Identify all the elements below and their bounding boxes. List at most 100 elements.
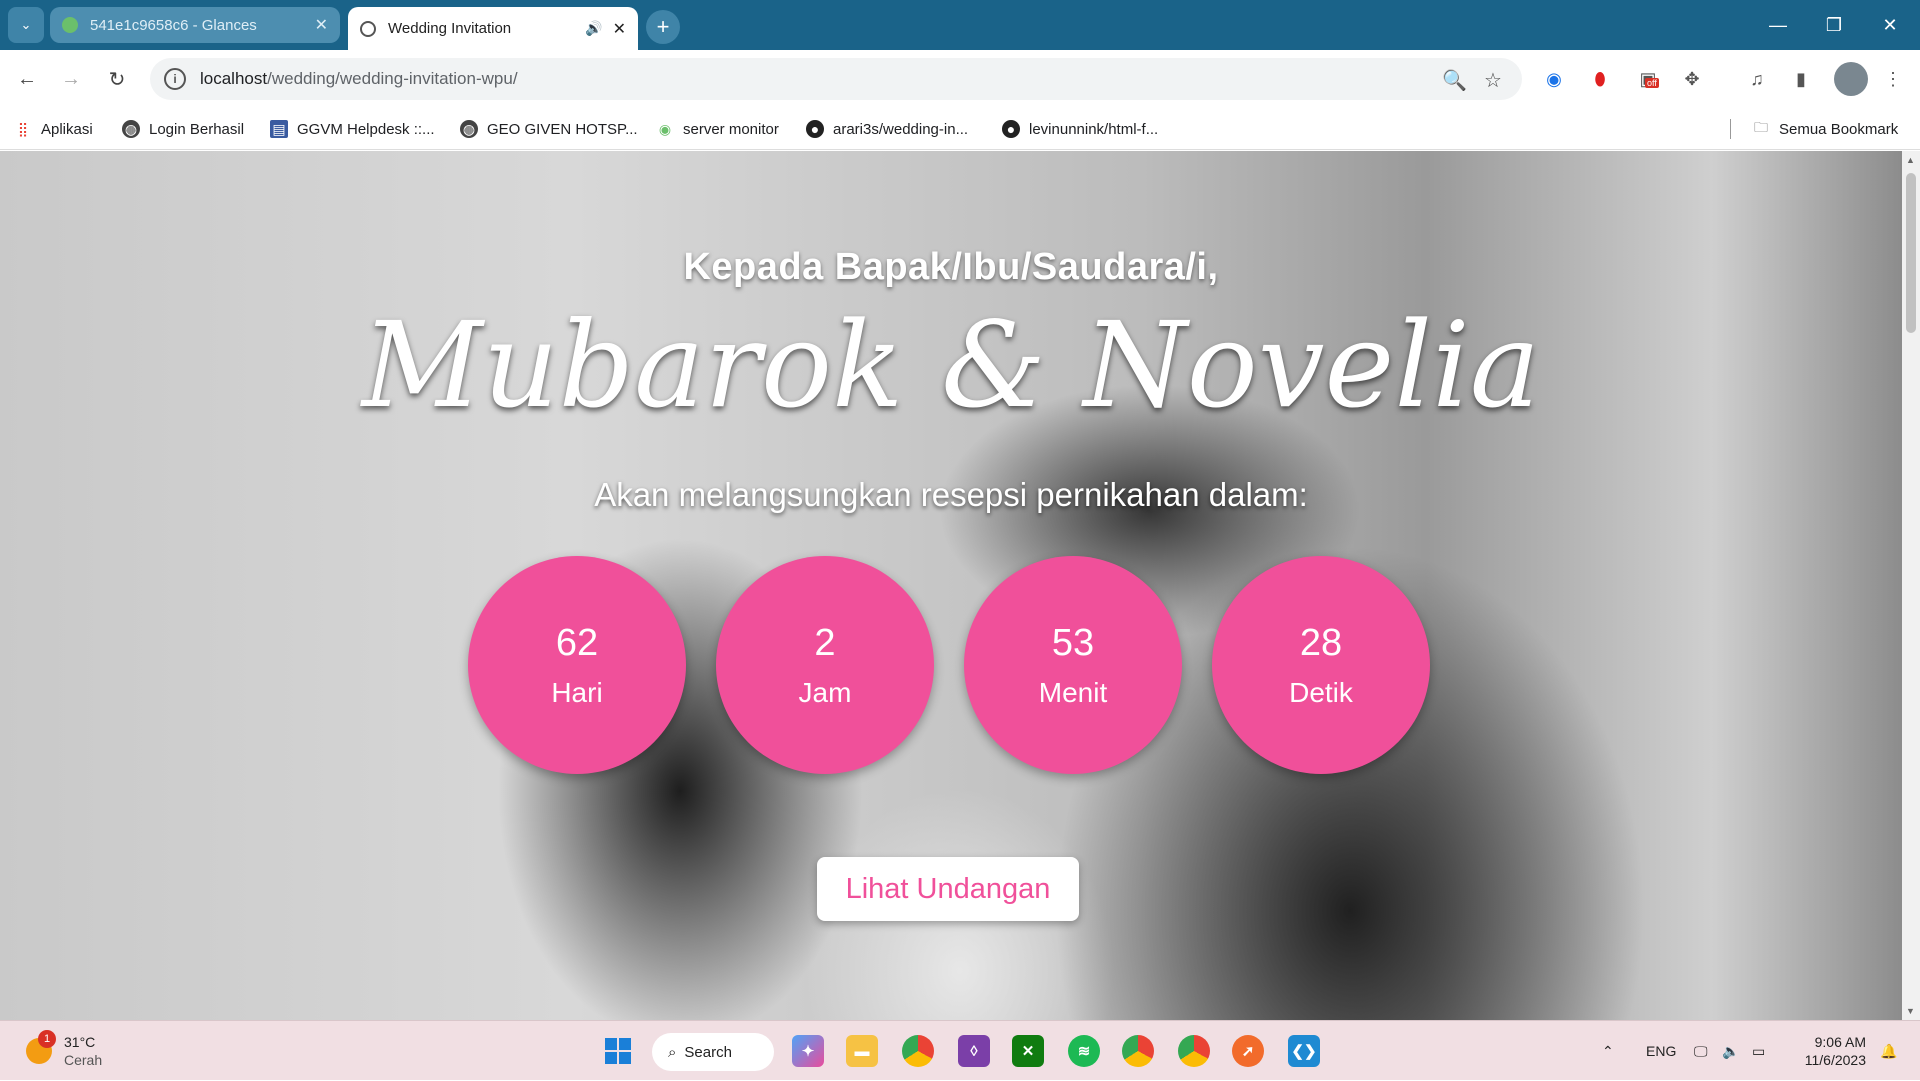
xbox-icon[interactable]: ✕ (1012, 1035, 1044, 1067)
countdown-value: 62 (555, 621, 599, 664)
minimize-button[interactable]: — (1750, 0, 1806, 50)
search-icon: ⌕ (668, 1043, 677, 1061)
chevron-down-icon: ⌄ (20, 17, 32, 32)
spotify-icon[interactable]: ≋ (1068, 1035, 1100, 1067)
new-tab-button[interactable]: + (646, 10, 680, 44)
scroll-up-icon[interactable]: ▲ (1906, 155, 1915, 165)
bookmark-github-html[interactable]: ● levinunnink/html-f... (1002, 108, 1158, 150)
couple-names: Mubarok & Novelia (361, 296, 1541, 434)
copilot-icon[interactable]: ✦ (792, 1035, 824, 1067)
view-invitation-button[interactable]: Lihat Undangan (817, 857, 1079, 921)
extension-off-badge: off (1645, 78, 1659, 88)
taskbar-clock[interactable]: 9:06 AM 11/6/2023 (1790, 1033, 1866, 1069)
url-host: localhost (200, 69, 268, 88)
tab-bar: ⌄ 541e1c9658c6 - Glances ✕ Wedding Invit… (0, 0, 1920, 50)
bookmark-server-monitor[interactable]: ◉ server monitor (656, 108, 779, 150)
site-info-icon[interactable]: i (164, 68, 186, 90)
clock-date: 11/6/2023 (1804, 1052, 1866, 1068)
restore-button[interactable]: ❐ (1806, 0, 1862, 50)
reload-button[interactable]: ↻ (102, 64, 132, 94)
page-scrollbar[interactable]: ▲ ▼ (1902, 151, 1920, 1020)
bookmark-label: arari3s/wedding-in... (833, 120, 969, 138)
extension-off-icon[interactable]: ▣off (1635, 66, 1661, 92)
countdown-days: 62 Hari (468, 556, 686, 774)
close-window-button[interactable]: ✕ (1862, 0, 1918, 50)
countdown-label: Detik (1289, 676, 1353, 708)
countdown-value: 28 (1299, 621, 1343, 664)
language-indicator[interactable]: ENG (1646, 1021, 1676, 1081)
windows-start-icon[interactable] (602, 1035, 634, 1067)
back-button[interactable]: ← (12, 64, 42, 94)
bookmark-apps[interactable]: ⣿ Aplikasi (14, 108, 93, 150)
divider (1730, 119, 1731, 139)
greeting-text: Kepada Bapak/Ibu/Saudara/i, (683, 246, 1219, 288)
volume-icon[interactable]: 🔈 (1722, 1021, 1739, 1081)
speaker-icon[interactable]: 🔊 (585, 20, 602, 37)
vscode-icon[interactable]: ❮❯ (1288, 1035, 1320, 1067)
tab-title: Wedding Invitation (388, 20, 512, 37)
menu-dots-icon[interactable]: ⋮ (1880, 66, 1906, 92)
weather-widget[interactable]: 1 31°C Cerah (26, 1030, 102, 1069)
bookmark-label: Login Berhasil (149, 120, 245, 138)
close-icon[interactable]: ✕ (613, 19, 626, 39)
github-icon: ● (1002, 120, 1020, 138)
tab-glances[interactable]: 541e1c9658c6 - Glances ✕ (50, 7, 340, 43)
extension-opera-icon[interactable]: ⬮ (1587, 66, 1613, 92)
profile-avatar[interactable] (1834, 62, 1868, 96)
countdown-subtitle: Akan melangsungkan resepsi pernikahan da… (594, 476, 1308, 513)
globe-icon: ◍ (122, 120, 140, 138)
extensions-puzzle-icon[interactable]: ✥ (1679, 66, 1705, 92)
countdown-seconds: 28 Detik (1212, 556, 1430, 774)
battery-icon[interactable]: ▭ (1752, 1021, 1765, 1081)
side-panel-icon[interactable]: ▮ (1788, 66, 1814, 92)
browser-toolbar: ← → ↻ i localhost/wedding/wedding-invita… (0, 50, 1920, 108)
bookmark-label: GEO GIVEN HOTSP... (487, 120, 638, 138)
url-text: localhost/wedding/wedding-invitation-wpu… (200, 69, 518, 89)
tab-search-button[interactable]: ⌄ (8, 7, 44, 43)
tab-wedding-invitation[interactable]: Wedding Invitation 🔊 ✕ (348, 7, 638, 50)
countdown-value: 2 (814, 621, 836, 664)
weather-temp: 31°C (64, 1034, 96, 1050)
taskbar: 1 31°C Cerah ⌕ Search ✦ ▬ ◊ ✕ ≋ ➚ ❮❯ ⌃ ENG… (0, 1020, 1920, 1080)
notification-bell-icon[interactable]: 🔔 (1880, 1021, 1897, 1081)
bookmarks-bar: ⣿ Aplikasi ◍ Login Berhasil ▤ GGVM Helpdesk… (0, 108, 1920, 150)
scrollbar-thumb[interactable] (1906, 173, 1916, 333)
bookmark-label: Aplikasi (41, 120, 93, 138)
address-bar[interactable]: i localhost/wedding/wedding-invitation-w… (150, 58, 1522, 100)
hero-section: Kepada Bapak/Ibu/Saudara/i, Mubarok & No… (0, 151, 1902, 1020)
scroll-down-icon[interactable]: ▼ (1906, 1006, 1915, 1016)
countdown-hours: 2 Jam (716, 556, 934, 774)
proton-icon[interactable]: ◊ (958, 1035, 990, 1067)
search-label: Search (684, 1043, 732, 1061)
countdown-minutes: 53 Menit (964, 556, 1182, 774)
taskbar-search[interactable]: ⌕ Search (652, 1033, 774, 1071)
zoom-icon[interactable]: 🔍 (1442, 68, 1467, 93)
bookmark-login[interactable]: ◍ Login Berhasil (122, 108, 244, 150)
all-bookmarks[interactable]: 🗀 Semua Bookmark (1752, 108, 1898, 150)
eye-icon: ◉ (658, 120, 672, 137)
helpdesk-icon: ▤ (270, 120, 288, 138)
bookmark-geo[interactable]: ◍ GEO GIVEN HOTSP... (460, 108, 638, 150)
glances-favicon-icon (62, 17, 78, 33)
network-icon[interactable]: 🖵 (1694, 1021, 1708, 1081)
chrome-profile-k-icon[interactable] (1178, 1035, 1210, 1067)
plus-icon: + (656, 14, 670, 39)
countdown-label: Hari (551, 676, 603, 708)
chrome-icon[interactable] (902, 1035, 934, 1067)
file-explorer-icon[interactable]: ▬ (846, 1035, 878, 1067)
media-control-icon[interactable]: ♫ (1744, 66, 1770, 92)
bookmark-label: server monitor (683, 120, 779, 138)
forward-button[interactable]: → (56, 64, 86, 94)
chrome-profile-icon[interactable] (1122, 1035, 1154, 1067)
tray-overflow-icon[interactable]: ⌃ (1602, 1021, 1614, 1081)
bookmark-ggvm[interactable]: ▤ GGVM Helpdesk ::... (270, 108, 435, 150)
weather-sun-icon: 1 (26, 1030, 56, 1064)
arrow-right-icon: → (61, 67, 81, 90)
postman-icon[interactable]: ➚ (1232, 1035, 1264, 1067)
extension-g-icon[interactable]: ◉ (1541, 66, 1567, 92)
close-icon[interactable]: ✕ (315, 15, 328, 35)
star-icon[interactable]: ☆ (1484, 68, 1502, 93)
bookmark-github-wedding[interactable]: ● arari3s/wedding-in... (806, 108, 968, 150)
globe-icon: ◍ (460, 120, 478, 138)
url-path: /wedding/wedding-invitation-wpu/ (267, 69, 518, 88)
